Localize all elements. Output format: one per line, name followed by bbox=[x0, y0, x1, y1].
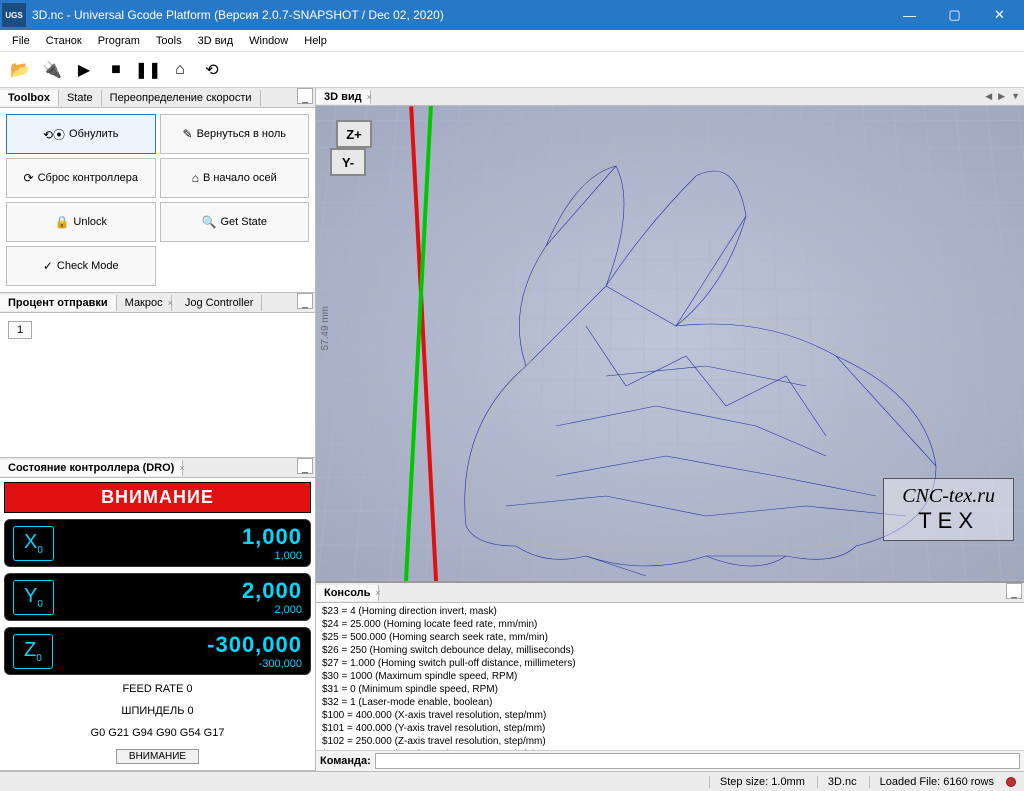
cube-top-face[interactable]: Z+ bbox=[336, 120, 372, 148]
dro-axis-z[interactable]: Z0 -300,000-300,000 bbox=[4, 627, 311, 675]
console-line: $25 = 500.000 (Homing search seek rate, … bbox=[322, 631, 1018, 644]
panel-minimize-button[interactable]: _ bbox=[297, 88, 313, 104]
reload-icon[interactable]: ⟲ bbox=[198, 56, 226, 84]
cube-front-face[interactable]: Y- bbox=[330, 148, 366, 176]
pause-icon[interactable]: ❚❚ bbox=[134, 56, 162, 84]
console-tabs: Консоль × _ bbox=[316, 583, 1024, 603]
fps-label: FPS: 44 bbox=[985, 567, 1018, 577]
tab-next-icon[interactable]: ▶ bbox=[996, 91, 1007, 102]
gcode-wireframe bbox=[406, 126, 966, 581]
page-1-button[interactable]: 1 bbox=[8, 321, 32, 339]
alarm-banner: ВНИМАНИЕ bbox=[4, 482, 311, 513]
get-state-button[interactable]: 🔍Get State bbox=[160, 202, 310, 242]
home-icon[interactable]: ⌂ bbox=[166, 56, 194, 84]
console-line: $31 = 0 (Minimum spindle speed, RPM) bbox=[322, 683, 1018, 696]
alarm-button[interactable]: ВНИМАНИЕ bbox=[116, 749, 199, 764]
tab-toolbox[interactable]: Toolbox bbox=[0, 90, 59, 106]
menu-program[interactable]: Program bbox=[90, 33, 148, 49]
window-title: 3D.nc - Universal Gcode Platform (Версия… bbox=[32, 8, 887, 22]
window-minimize-button[interactable]: — bbox=[887, 0, 932, 30]
menu-bar: File Станок Program Tools 3D вид Window … bbox=[0, 30, 1024, 52]
magnifier-icon: 🔍 bbox=[202, 215, 217, 229]
tab-dro[interactable]: Состояние контроллера (DRO) bbox=[0, 460, 183, 476]
panel-minimize-button[interactable]: _ bbox=[297, 458, 313, 474]
menu-file[interactable]: File bbox=[4, 33, 38, 49]
menu-machine[interactable]: Станок bbox=[38, 33, 90, 49]
menu-window[interactable]: Window bbox=[241, 33, 296, 49]
main-toolbar: 📂 🔌 ▶ ■ ❚❚ ⌂ ⟲ bbox=[0, 52, 1024, 88]
reset-controller-button[interactable]: ⟳Сброс контроллера bbox=[6, 158, 156, 198]
app-icon: UGS bbox=[2, 3, 26, 27]
console-output[interactable]: $23 = 4 (Homing direction invert, mask) … bbox=[316, 603, 1024, 750]
close-icon[interactable]: × bbox=[367, 92, 372, 102]
console-line: $30 = 1000 (Maximum spindle speed, RPM) bbox=[322, 670, 1018, 683]
console-line: $23 = 4 (Homing direction invert, mask) bbox=[322, 605, 1018, 618]
return-zero-button[interactable]: ✎Вернуться в ноль bbox=[160, 114, 310, 154]
tab-speed-override[interactable]: Переопределение скорости bbox=[102, 90, 261, 106]
play-icon[interactable]: ▶ bbox=[70, 56, 98, 84]
console-line: $101 = 400.000 (Y-axis travel resolution… bbox=[322, 722, 1018, 735]
panel-minimize-button[interactable]: _ bbox=[297, 293, 313, 309]
window-maximize-button[interactable]: ▢ bbox=[932, 0, 977, 30]
orientation-cube[interactable]: Z+ Y- bbox=[330, 120, 378, 178]
target-icon: ⟲⦿ bbox=[43, 126, 65, 143]
refresh-icon: ⟳ bbox=[24, 171, 34, 185]
send-tabs: Процент отправки Макрос × Jog Controller… bbox=[0, 293, 315, 313]
toolbox-tabs: Toolbox State Переопределение скорости _ bbox=[0, 88, 315, 108]
command-label: Команда: bbox=[320, 755, 371, 767]
close-icon[interactable]: × bbox=[168, 298, 173, 308]
tab-send-percent[interactable]: Процент отправки bbox=[0, 295, 117, 311]
status-indicator-icon bbox=[1006, 777, 1016, 787]
dro-tabs: Состояние контроллера (DRO) × _ bbox=[0, 458, 315, 478]
ruler-label: 57.49 mm bbox=[320, 306, 331, 350]
window-close-button[interactable]: ✕ bbox=[977, 0, 1022, 30]
close-icon[interactable]: × bbox=[375, 588, 380, 598]
console-line: $100 = 400.000 (X-axis travel resolution… bbox=[322, 709, 1018, 722]
unlock-button[interactable]: 🔒Unlock bbox=[6, 202, 156, 242]
spindle-label: ШПИНДЕЛЬ 0 bbox=[4, 703, 311, 719]
home-axes-button[interactable]: ⌂В начало осей bbox=[160, 158, 310, 198]
dro-axis-y[interactable]: Y0 2,0002,000 bbox=[4, 573, 311, 621]
menu-tools[interactable]: Tools bbox=[148, 33, 190, 49]
window-titlebar: UGS 3D.nc - Universal Gcode Platform (Ве… bbox=[0, 0, 1024, 30]
panel-minimize-button[interactable]: _ bbox=[1006, 583, 1022, 599]
feed-rate-label: FEED RATE 0 bbox=[4, 681, 311, 697]
console-line: $32 = 1 (Laser-mode enable, boolean) bbox=[322, 696, 1018, 709]
console-line: $24 = 25.000 (Homing locate feed rate, m… bbox=[322, 618, 1018, 631]
console-line: $26 = 250 (Homing switch debounce delay,… bbox=[322, 644, 1018, 657]
tab-state[interactable]: State bbox=[59, 90, 102, 106]
open-icon[interactable]: 📂 bbox=[6, 56, 34, 84]
check-mode-button[interactable]: ✓Check Mode bbox=[6, 246, 156, 286]
tab-3dview[interactable]: 3D вид bbox=[316, 90, 371, 104]
tab-menu-icon[interactable]: ▼ bbox=[1009, 91, 1022, 102]
status-bar: Step size: 1.0mm 3D.nc Loaded File: 6160… bbox=[0, 771, 1024, 791]
status-loaded: Loaded File: 6160 rows bbox=[869, 776, 994, 788]
tab-prev-icon[interactable]: ◀ bbox=[983, 91, 994, 102]
tab-jog-controller[interactable]: Jog Controller bbox=[177, 295, 262, 311]
lock-icon: 🔒 bbox=[54, 215, 69, 229]
menu-help[interactable]: Help bbox=[296, 33, 335, 49]
tab-macros[interactable]: Макрос bbox=[117, 295, 172, 311]
stop-icon[interactable]: ■ bbox=[102, 56, 130, 84]
watermark: CNC-tex.ru TEX bbox=[883, 478, 1014, 541]
reset-zero-button[interactable]: ⟲⦿Обнулить bbox=[6, 114, 156, 154]
console-line: $102 = 250.000 (Z-axis travel resolution… bbox=[322, 735, 1018, 748]
console-line: $27 = 1.000 (Homing switch pull-off dist… bbox=[322, 657, 1018, 670]
dro-axis-x[interactable]: X0 1,0001,000 bbox=[4, 519, 311, 567]
command-input[interactable] bbox=[375, 753, 1020, 769]
home-icon: ⌂ bbox=[192, 171, 199, 185]
pencil-icon: ✎ bbox=[183, 127, 193, 141]
menu-3dview[interactable]: 3D вид bbox=[190, 33, 242, 49]
view-tabs: 3D вид × ◀ ▶ ▼ bbox=[316, 88, 1024, 106]
status-file: 3D.nc bbox=[817, 776, 857, 788]
close-icon[interactable]: × bbox=[179, 463, 184, 473]
gcode-state-label: G0 G21 G94 G90 G54 G17 bbox=[4, 725, 311, 741]
tab-console[interactable]: Консоль bbox=[316, 585, 379, 601]
connect-icon[interactable]: 🔌 bbox=[38, 56, 66, 84]
check-icon: ✓ bbox=[43, 259, 53, 273]
3d-viewport[interactable]: 57.49 mm Z+ Y- FPS: 44 CNC-tex.ru TEX bbox=[316, 106, 1024, 581]
status-step-size: Step size: 1.0mm bbox=[709, 776, 805, 788]
